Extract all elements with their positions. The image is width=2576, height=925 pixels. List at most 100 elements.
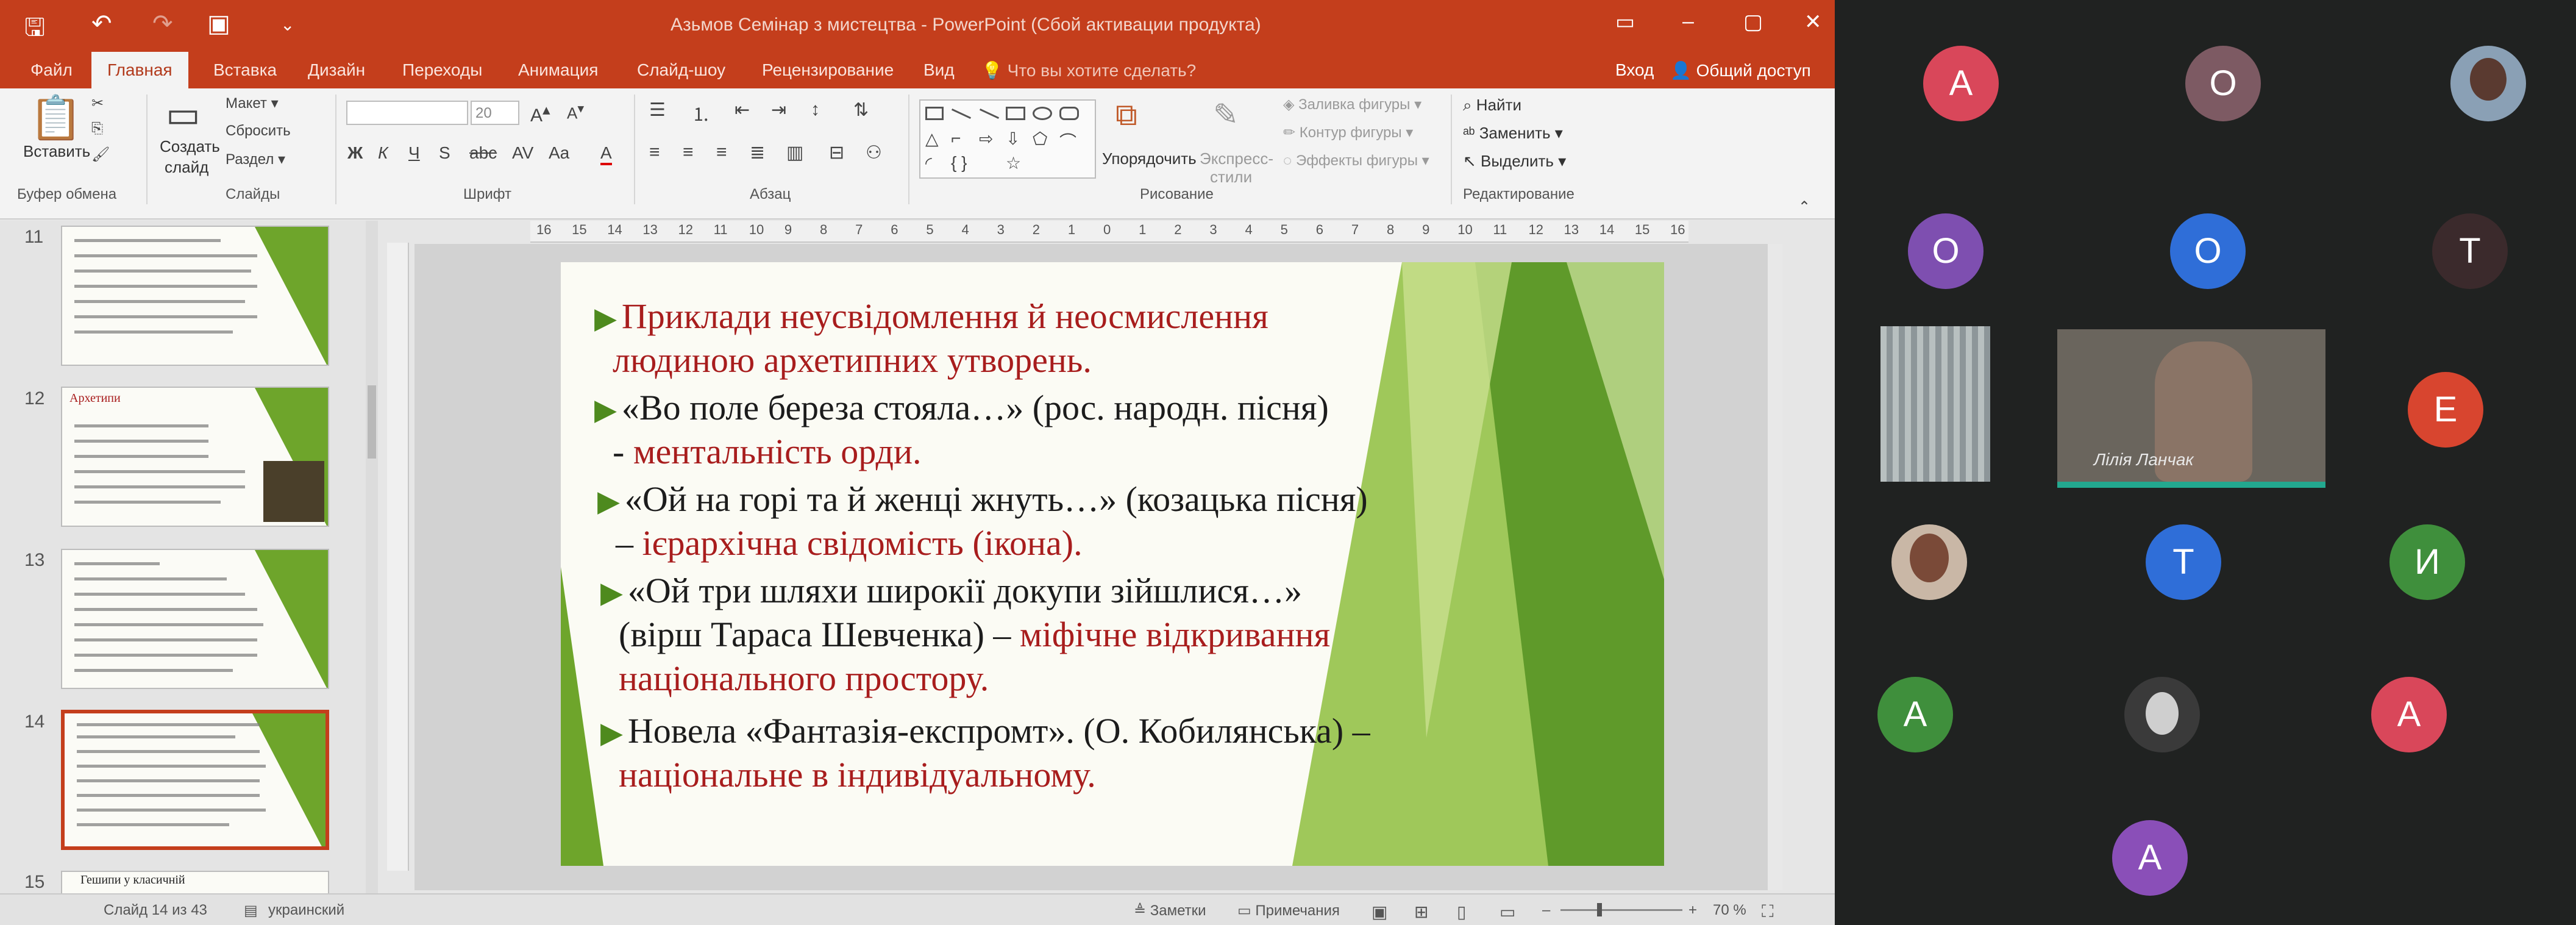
font-color-icon[interactable]: A <box>600 143 612 165</box>
slideshow-view-icon[interactable]: ▭ <box>1500 902 1515 922</box>
align-left-icon[interactable]: ≡ <box>649 142 660 163</box>
shapes-gallery[interactable]: △ ⌐ ⇨ ⇩ ⬠ ⌒ ◜ { } ☆ <box>919 99 1096 179</box>
tab-review[interactable]: Рецензирование <box>762 60 894 80</box>
participant-avatar[interactable]: A <box>2112 820 2188 896</box>
increase-indent-icon[interactable]: ⇥ <box>771 99 786 121</box>
zoom-slider-thumb[interactable] <box>1597 903 1602 916</box>
tab-view[interactable]: Вид <box>923 60 955 80</box>
participant-photo-avatar[interactable] <box>1891 524 1967 600</box>
notes-button[interactable]: ≜ Заметки <box>1134 902 1206 920</box>
shape-fill-button[interactable]: ◈ Заливка фигуры ▾ <box>1283 96 1421 113</box>
sign-in-link[interactable]: Вход <box>1615 60 1654 80</box>
numbering-icon[interactable]: ⒈ <box>692 99 710 126</box>
right-arrow-shape-icon[interactable]: ⇨ <box>979 129 993 149</box>
tab-file[interactable]: Файл <box>30 60 73 80</box>
slideshow-from-start-icon[interactable]: ▣ <box>207 10 230 38</box>
close-icon[interactable]: ✕ <box>1804 10 1822 34</box>
shape-effects-button[interactable]: ◌ Эффекты фигуры ▾ <box>1283 152 1429 170</box>
format-painter-icon[interactable]: 🖌 <box>91 146 110 163</box>
zoom-out-button[interactable]: – <box>1542 902 1550 919</box>
minimize-icon[interactable]: – <box>1682 10 1694 34</box>
new-slide-icon[interactable]: ▭ <box>166 93 201 136</box>
current-slide[interactable]: ▶ Приклади неусвідомлення й неосмислення л… <box>561 262 1664 866</box>
share-button[interactable]: 👤 Общий доступ <box>1670 60 1811 80</box>
zoom-in-button[interactable]: + <box>1688 902 1697 919</box>
participant-photo-avatar[interactable] <box>2124 677 2200 752</box>
justify-icon[interactable]: ≣ <box>750 142 765 163</box>
arrange-icon[interactable]: ⧉ <box>1115 97 1137 133</box>
participant-avatar[interactable]: A <box>1877 677 1953 752</box>
participant-video-tile[interactable] <box>1880 326 1990 482</box>
tab-transitions[interactable]: Переходы <box>402 60 482 80</box>
rounded-rect-shape-icon[interactable] <box>1059 107 1079 120</box>
ribbon-options-icon[interactable]: ▭ <box>1615 10 1635 34</box>
participant-avatar[interactable]: T <box>2146 524 2221 600</box>
slide-scrollbar[interactable] <box>1768 244 1782 890</box>
maximize-icon[interactable]: ▢ <box>1743 10 1763 34</box>
change-case-icon[interactable]: Aa <box>549 143 569 163</box>
paste-button[interactable]: Вставить <box>23 142 90 161</box>
shadow-icon[interactable]: S <box>439 143 450 163</box>
participant-avatar[interactable]: E <box>2408 372 2483 448</box>
quick-styles-button[interactable]: Экспресс- <box>1200 149 1273 168</box>
tab-design[interactable]: Дизайн <box>308 60 365 80</box>
save-icon[interactable]: 🖫 <box>24 10 45 51</box>
new-slide-dropdown[interactable]: слайд <box>165 158 208 177</box>
underline-icon[interactable]: Ч <box>408 143 420 163</box>
cut-icon[interactable]: ✂ <box>91 95 104 112</box>
tab-insert[interactable]: Вставка <box>213 60 277 80</box>
participant-avatar[interactable]: A <box>1923 46 1999 121</box>
down-arrow-shape-icon[interactable]: ⇩ <box>1006 129 1020 149</box>
layout-button[interactable]: Макет ▾ <box>226 95 279 112</box>
pentagon-shape-icon[interactable]: ⬠ <box>1033 129 1047 149</box>
elbow-connector-icon[interactable]: ⌐ <box>951 129 961 148</box>
brace-shape-icon[interactable]: { } <box>951 153 967 173</box>
bold-icon[interactable]: Ж <box>347 143 363 163</box>
zoom-slider[interactable] <box>1560 903 1682 916</box>
participant-photo-avatar[interactable] <box>2450 46 2526 121</box>
line-shape-icon[interactable] <box>951 108 972 120</box>
tab-animations[interactable]: Анимация <box>518 60 598 80</box>
participant-avatar[interactable]: T <box>2432 213 2508 289</box>
tab-slideshow[interactable]: Слайд-шоу <box>637 60 725 80</box>
new-slide-button[interactable]: Создать <box>160 137 220 156</box>
collapse-ribbon-icon[interactable]: ⌃ <box>1798 198 1810 216</box>
grow-font-icon[interactable]: A▴ <box>530 101 550 126</box>
normal-view-icon[interactable]: ▣ <box>1372 902 1387 922</box>
thumbnail-scroll-thumb[interactable] <box>368 385 376 459</box>
slide-thumbnail-11[interactable] <box>61 226 329 366</box>
textbox-shape-icon[interactable] <box>925 107 944 120</box>
participant-avatar[interactable]: O <box>1908 213 1984 289</box>
clipboard-icon[interactable]: 📋 <box>29 93 82 143</box>
reading-view-icon[interactable]: ▯ <box>1457 902 1466 922</box>
tab-home[interactable]: Главная <box>91 52 188 88</box>
participant-avatar[interactable]: A <box>2371 677 2447 752</box>
text-direction-icon[interactable]: ⇅ <box>853 99 869 121</box>
oval-shape-icon[interactable] <box>1033 107 1052 120</box>
columns-icon[interactable]: ▥ <box>786 142 803 163</box>
redo-icon[interactable]: ↷ <box>152 10 173 38</box>
triangle-shape-icon[interactable]: △ <box>925 129 939 149</box>
participant-avatar[interactable]: O <box>2170 213 2246 289</box>
fit-to-window-icon[interactable]: ⛶ <box>1762 902 1774 922</box>
decrease-indent-icon[interactable]: ⇤ <box>735 99 750 121</box>
proofing-icon[interactable]: ▤ <box>244 902 258 920</box>
font-name-box[interactable] <box>346 101 468 125</box>
find-button[interactable]: ⌕ Найти <box>1463 96 1521 115</box>
line-spacing-icon[interactable]: ↕ <box>811 99 820 120</box>
slide-thumbnail-12[interactable]: Архетипи <box>61 387 329 527</box>
slide-thumbnail-15[interactable]: Гешипи у класичній <box>61 871 329 895</box>
char-spacing-icon[interactable]: AV <box>512 143 533 163</box>
arrange-button[interactable]: Упорядочить <box>1102 149 1197 168</box>
copy-icon[interactable]: ⎘ <box>91 120 103 137</box>
reset-button[interactable]: Сбросить <box>226 123 291 140</box>
quick-styles-dropdown[interactable]: стили <box>1210 168 1252 187</box>
smartart-icon[interactable]: ⚇ <box>866 142 882 163</box>
curve-shape-icon[interactable]: ⌒ <box>1059 129 1076 153</box>
thumbnail-scrollbar[interactable] <box>366 221 378 893</box>
shape-outline-button[interactable]: ✏ Контур фигуры ▾ <box>1283 124 1413 141</box>
tell-me-search[interactable]: 💡 Что вы хотите сделать? <box>981 60 1196 80</box>
participant-avatar[interactable]: O <box>2185 46 2261 121</box>
section-button[interactable]: Раздел ▾ <box>226 151 285 168</box>
zoom-level[interactable]: 70 % <box>1713 902 1746 919</box>
